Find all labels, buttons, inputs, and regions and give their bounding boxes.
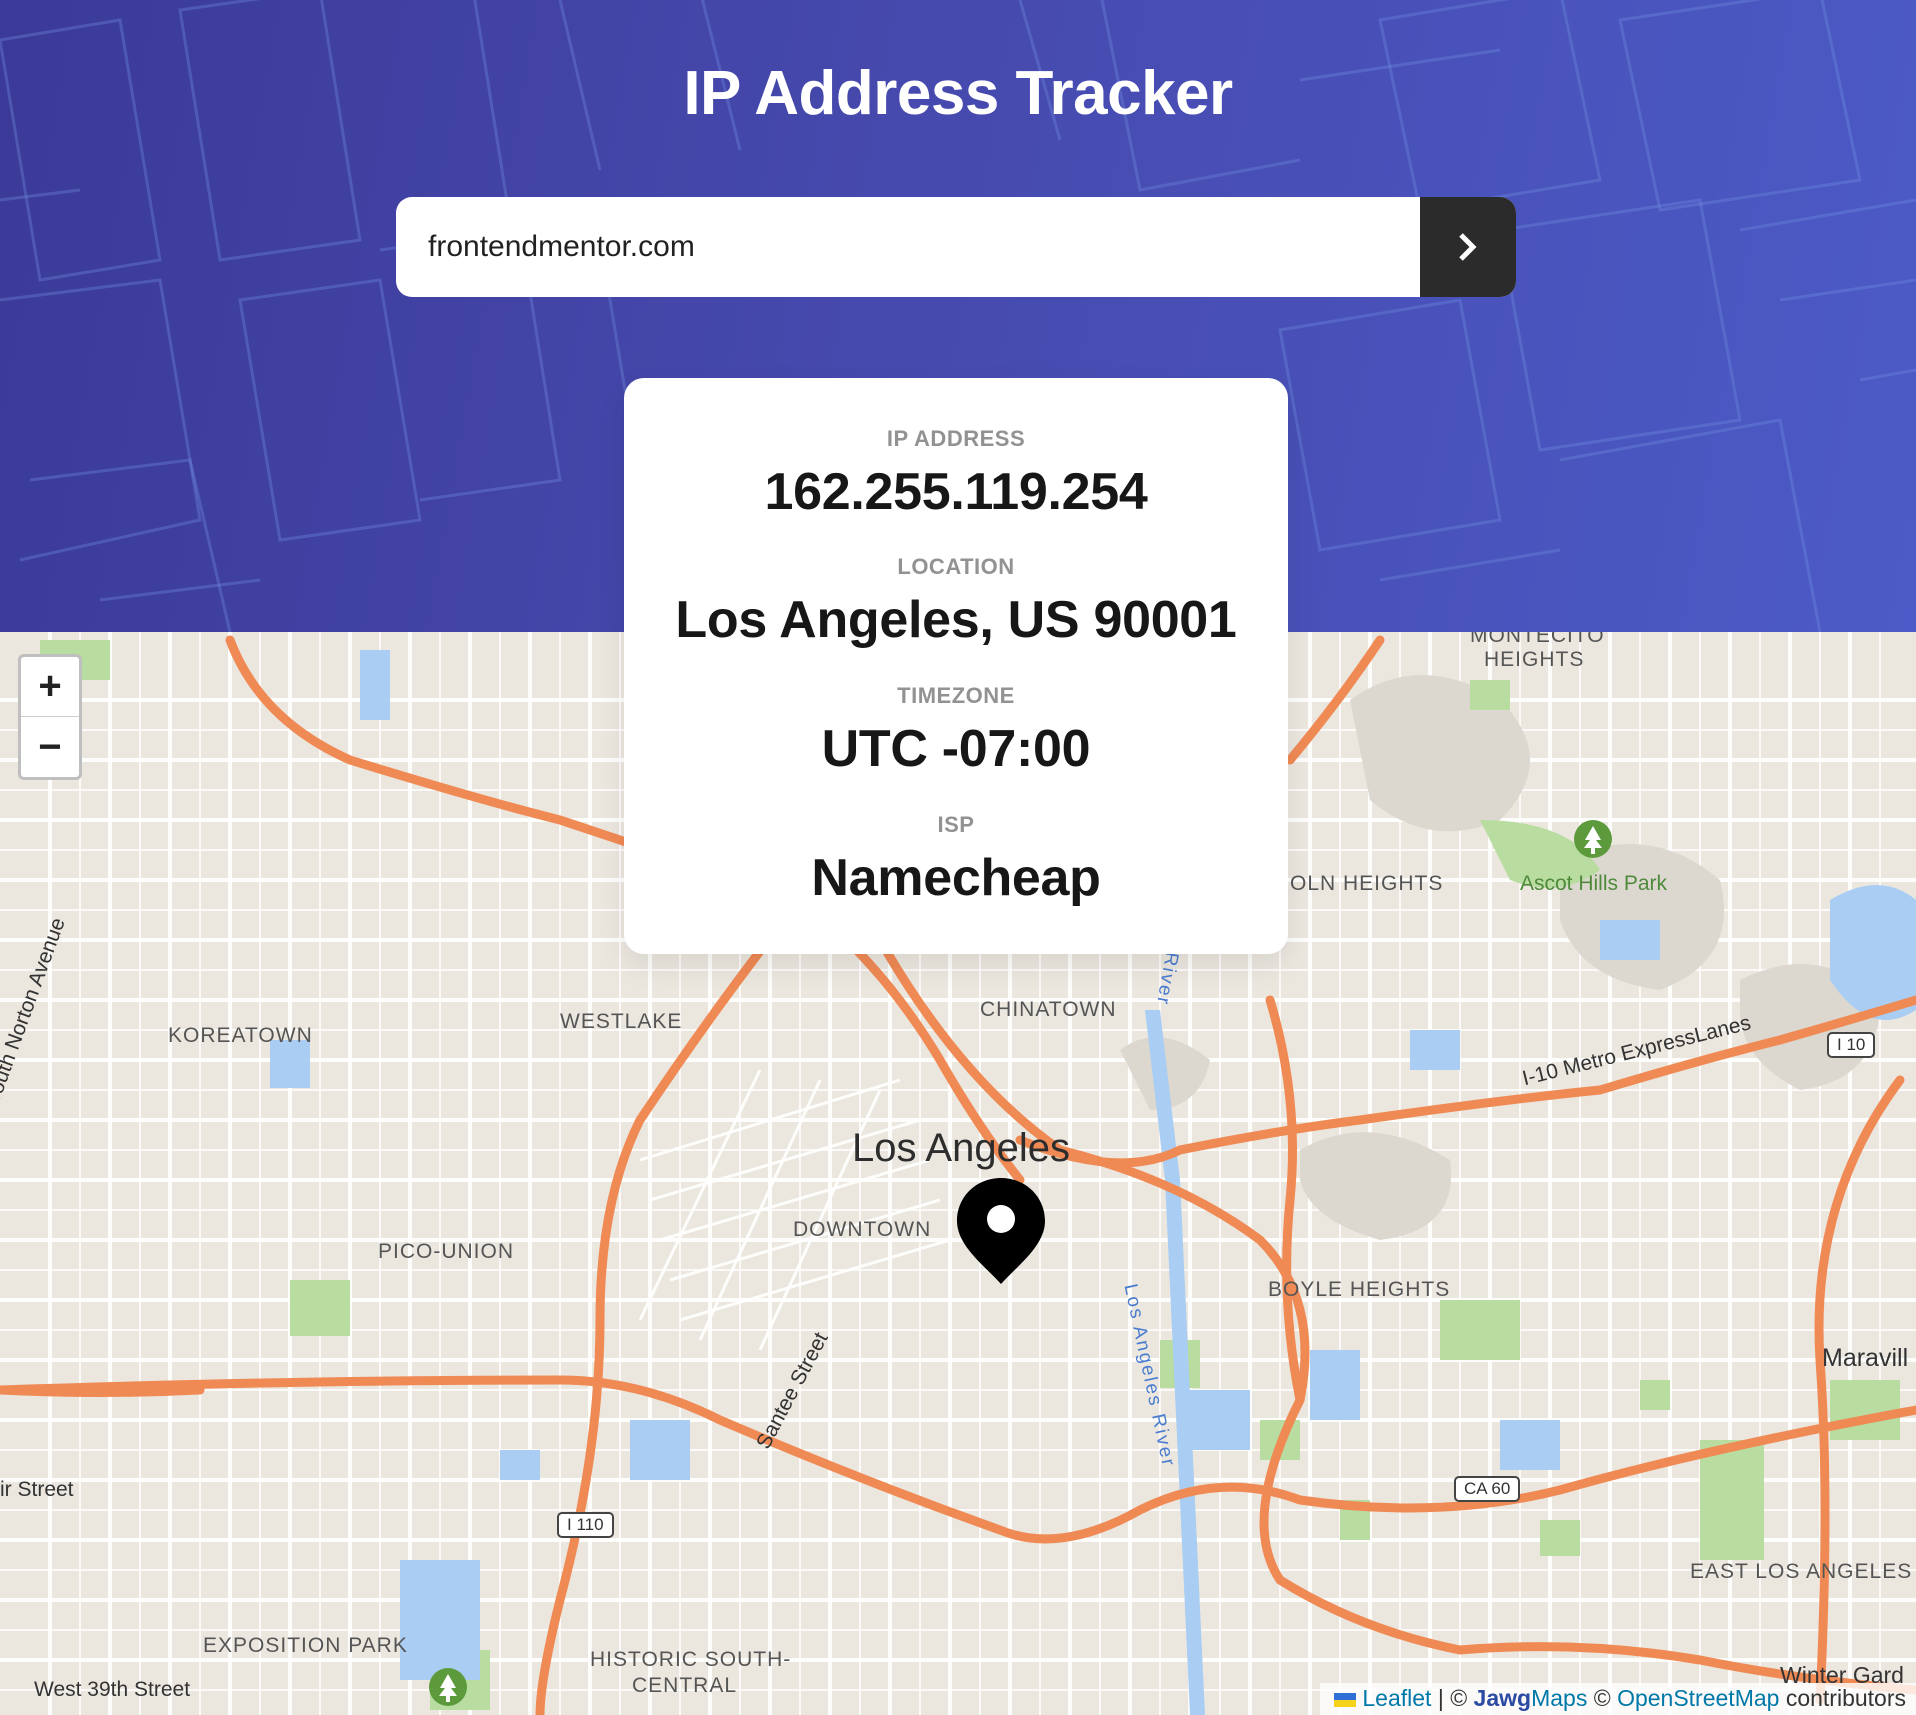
map-attribution: Leaflet | © JawgMaps © OpenStreetMap con… [1320, 1683, 1916, 1715]
jawg-maps-link[interactable]: JawgMaps [1474, 1685, 1588, 1711]
timezone-section: TIMEZONE UTC -07:00 [624, 683, 1288, 779]
ip-address-value: 162.255.119.254 [764, 463, 1148, 521]
map-label-exposition-park: EXPOSITION PARK [203, 1634, 408, 1657]
map-label-montecito: MONTECITO [1470, 632, 1605, 647]
leaflet-link[interactable]: Leaflet [1362, 1685, 1431, 1711]
park-tree-icon [429, 1668, 467, 1706]
map-label-downtown: DOWNTOWN [793, 1218, 932, 1241]
park-tree-icon [1574, 820, 1612, 858]
location-value: Los Angeles, US 90001 [675, 591, 1237, 649]
map-label-historic-south-central-line2: CENTRAL [632, 1674, 738, 1697]
ip-address-label: IP ADDRESS [886, 426, 1026, 451]
chevron-right-icon [1459, 233, 1477, 261]
map-label-chinatown: CHINATOWN [980, 998, 1117, 1021]
search-submit-button[interactable] [1420, 197, 1516, 297]
attribution-separator: | © [1431, 1685, 1474, 1711]
ukraine-flag-icon [1334, 1692, 1357, 1707]
ip-info-card: IP ADDRESS 162.255.119.254 LOCATION Los … [624, 378, 1288, 954]
openstreetmap-link[interactable]: OpenStreetMap [1617, 1685, 1779, 1711]
ip-search-input[interactable] [396, 197, 1420, 297]
map-label-heights: HEIGHTS [1484, 648, 1585, 671]
attribution-contributors: contributors [1779, 1685, 1906, 1711]
location-marker-icon[interactable] [955, 1176, 1047, 1286]
highway-shield-i110: I 110 [557, 1512, 614, 1538]
jawg-link-text: Maps [1531, 1685, 1588, 1711]
map-label-los-angeles: Los Angeles [852, 1126, 1070, 1170]
location-label: LOCATION [897, 554, 1015, 579]
map-label-maravilla: Maravill [1822, 1344, 1909, 1372]
timezone-label: TIMEZONE [897, 683, 1015, 708]
location-section: LOCATION Los Angeles, US 90001 [624, 554, 1288, 650]
map-label-west-39th-street: West 39th Street [34, 1678, 191, 1701]
map-label-pico-union: PICO-UNION [378, 1240, 514, 1263]
zoom-control: + − [18, 654, 82, 780]
highway-shield-i10: I 10 [1827, 1032, 1876, 1058]
map-label-east-los-angeles: EAST LOS ANGELES [1690, 1560, 1913, 1583]
highway-shield-ca60: CA 60 [1454, 1476, 1521, 1502]
map-label-koreatown: KOREATOWN [168, 1024, 313, 1047]
zoom-in-button[interactable]: + [21, 657, 79, 717]
jawg-link-text-bold: Jawg [1473, 1685, 1532, 1711]
map-label-boyle-heights: BOYLE HEIGHTS [1268, 1278, 1451, 1301]
map-label-lincoln-heights: OLN HEIGHTS [1290, 872, 1444, 895]
page-title: IP Address Tracker [683, 59, 1233, 128]
attribution-copy: © [1587, 1685, 1618, 1711]
isp-value: Namecheap [811, 849, 1101, 907]
zoom-out-button[interactable]: − [21, 717, 79, 777]
map-label-ascot-hills-park: Ascot Hills Park [1520, 872, 1668, 895]
map-label-westlake: WESTLAKE [560, 1010, 683, 1033]
map-label-historic-south-central-line1: HISTORIC SOUTH- [590, 1648, 792, 1671]
ip-address-section: IP ADDRESS 162.255.119.254 [624, 426, 1288, 522]
map-label-fair-street: ir Street [0, 1478, 74, 1501]
search-form [396, 197, 1516, 297]
timezone-value: UTC -07:00 [821, 720, 1091, 778]
isp-section: ISP Namecheap [624, 812, 1288, 908]
isp-label: ISP [937, 812, 975, 837]
